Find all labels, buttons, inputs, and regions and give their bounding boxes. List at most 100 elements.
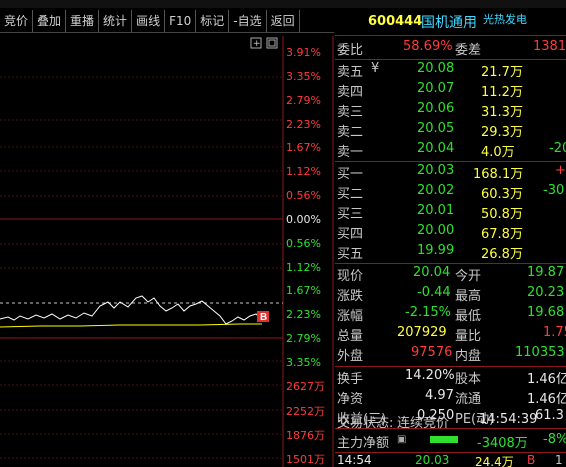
ask-row[interactable]: 卖四 20.07 11.2万 xyxy=(335,80,566,100)
bid-label: 买四 xyxy=(337,227,364,242)
stock-concept-tag[interactable]: 光热发电 xyxy=(483,11,527,27)
bid-volume: 168.1万 xyxy=(473,167,524,182)
divider xyxy=(335,35,566,36)
stat-label: 涨跌 xyxy=(337,289,364,304)
stat-row: 总量 207929 量比 1.75 xyxy=(335,324,566,344)
ask-volume: 21.7万 xyxy=(481,65,523,80)
ask-row[interactable]: 卖三 20.06 31.3万 xyxy=(335,100,566,120)
buy-signal-marker-label: B xyxy=(260,312,267,323)
ask-price: 20.06 xyxy=(417,101,455,116)
pct-axis-label: 2.79% xyxy=(286,332,321,345)
bid-change: -30 xyxy=(543,183,565,198)
weicha-label: 委差 xyxy=(455,43,482,58)
stat-row: 外盘 97576 内盘 110353 xyxy=(335,344,566,364)
bid-volume: 60.3万 xyxy=(481,187,523,202)
total-volume-value: 207929 xyxy=(397,325,447,340)
price-line xyxy=(0,295,265,325)
stat-row: 现价 20.04 今开 19.87 xyxy=(335,264,566,284)
stat-label: 净资 xyxy=(337,392,364,407)
bid-price: 20.00 xyxy=(417,223,455,238)
toolbar-button-overlay[interactable]: 叠加 xyxy=(33,10,67,32)
bid-price: 20.02 xyxy=(417,183,455,198)
pct-axis-label: 2.23% xyxy=(286,308,321,321)
weibi-value: 58.69% xyxy=(403,39,453,54)
main-flow-label: 主力净额 xyxy=(337,436,390,451)
main-flow-bar xyxy=(430,436,458,443)
high-price-value: 20.23 xyxy=(527,285,565,300)
current-price-value: 20.04 xyxy=(413,265,451,280)
volume-axis-label: 1501万 xyxy=(286,453,325,466)
toolbar-button-auction[interactable]: 竞价 xyxy=(0,10,34,32)
ask-row[interactable]: 卖二 20.05 29.3万 xyxy=(335,120,566,140)
toolbar-button-replay[interactable]: 重播 xyxy=(66,10,100,32)
ask-label: 卖四 xyxy=(337,85,364,100)
toolbar-button-back[interactable]: 返回 xyxy=(267,10,300,32)
tick-direction: B xyxy=(527,453,536,467)
volume-axis-label: 2252万 xyxy=(286,405,325,418)
net-assets-value: 4.97 xyxy=(425,388,454,403)
weibi-row: 委比 58.69% 委差 1381 xyxy=(335,38,566,58)
stat-label: 外盘 xyxy=(337,349,364,364)
tick-price: 20.03 xyxy=(415,453,450,467)
stock-name: 国机通用 xyxy=(421,15,477,31)
toolbar-button-statistics[interactable]: 统计 xyxy=(99,10,133,32)
toolbar-button-f10[interactable]: F10 xyxy=(165,10,197,32)
ask-row[interactable]: 卖一 20.04 4.0万 -20 xyxy=(335,140,566,160)
outer-volume-value: 97576 xyxy=(411,345,453,360)
volume-ratio-value: 1.75 xyxy=(543,325,566,340)
intraday-chart-svg: B + xyxy=(0,36,334,467)
pct-axis-label: 2.23% xyxy=(286,118,321,131)
ask-price: 20.08 xyxy=(417,61,455,76)
ask-row[interactable]: 卖五 ¥ 20.08 21.7万 xyxy=(335,60,566,80)
stat-row: 涨幅 -2.15% 最低 19.68 xyxy=(335,304,566,324)
quote-panel: 600444 国机通用 光热发电 委比 58.69% 委差 1381 卖五 ¥ … xyxy=(335,10,566,467)
zoom-in-icon-glyph: + xyxy=(253,39,261,49)
ask-price: 20.07 xyxy=(417,81,455,96)
bid-row[interactable]: 买五 19.99 26.8万 xyxy=(335,242,566,262)
volume-axis-label: 2627万 xyxy=(286,380,325,393)
bid-label: 买三 xyxy=(337,207,364,222)
stat-label: 股本 xyxy=(455,372,482,387)
pct-axis-label: 1.12% xyxy=(286,165,321,178)
toolbar-button-remove-watchlist[interactable]: -自选 xyxy=(229,10,267,32)
bid-row[interactable]: 买二 20.02 60.3万 -30 xyxy=(335,182,566,202)
stock-code: 600444 xyxy=(368,14,423,29)
average-price-line xyxy=(0,323,262,328)
pct-axis-label: 0.56% xyxy=(286,189,321,202)
ask-volume: 31.3万 xyxy=(481,105,523,120)
bid-price: 20.01 xyxy=(417,203,455,218)
ask-label: 卖一 xyxy=(337,145,364,160)
main-flow-value: -3408万 xyxy=(477,436,528,451)
ask-volume: 4.0万 xyxy=(481,145,515,160)
float-shares-value: 1.46亿 xyxy=(527,392,566,407)
ask-volume: 29.3万 xyxy=(481,125,523,140)
ask-price: 20.05 xyxy=(417,121,455,136)
stat-row: 涨跌 -0.44 最高 20.23 xyxy=(335,284,566,304)
bid-row[interactable]: 买四 20.00 67.8万 xyxy=(335,222,566,242)
main-flow-pct: -8% xyxy=(543,432,566,447)
bid-row[interactable]: 买三 20.01 50.8万 xyxy=(335,202,566,222)
stat-label: 内盘 xyxy=(455,349,482,364)
dropdown-icon[interactable]: ▣ xyxy=(397,434,406,445)
pct-axis-label: 1.67% xyxy=(286,141,321,154)
intraday-chart[interactable]: B + 3.91% 3.35% 2.79% 2.23% 1.67% 1.12% … xyxy=(0,36,334,467)
bid-label: 买一 xyxy=(337,167,364,182)
tick-volume: 24.4万 xyxy=(475,455,514,467)
chart-toolbar: 竞价 叠加 重播 统计 画线 F10 标记 -自选 返回 xyxy=(0,10,334,33)
ask-volume: 11.2万 xyxy=(481,85,523,100)
weibi-label: 委比 xyxy=(337,43,364,58)
bid-price: 20.03 xyxy=(417,163,455,178)
main-flow-row[interactable]: 主力净额 ▣ -3408万 -8% xyxy=(335,430,566,451)
pct-axis-label: 2.79% xyxy=(286,94,321,107)
stat-label: 流通 xyxy=(455,392,482,407)
trade-state-row: 交易状态: 连续竞价 14:54:39 xyxy=(335,411,566,431)
stat-label: 最低 xyxy=(455,309,482,324)
toolbar-button-draw-line[interactable]: 画线 xyxy=(132,10,166,32)
toolbar-button-mark[interactable]: 标记 xyxy=(196,10,230,32)
tick-row: 14:54 20.03 24.4万 B 1 xyxy=(335,453,566,467)
bid-row[interactable]: 买一 20.03 168.1万 +1 xyxy=(335,162,566,182)
open-price-value: 19.87 xyxy=(527,265,565,280)
stat-label: 涨幅 xyxy=(337,309,364,324)
weicha-value: 1381 xyxy=(533,39,566,54)
turnover-value: 14.20% xyxy=(405,368,455,383)
